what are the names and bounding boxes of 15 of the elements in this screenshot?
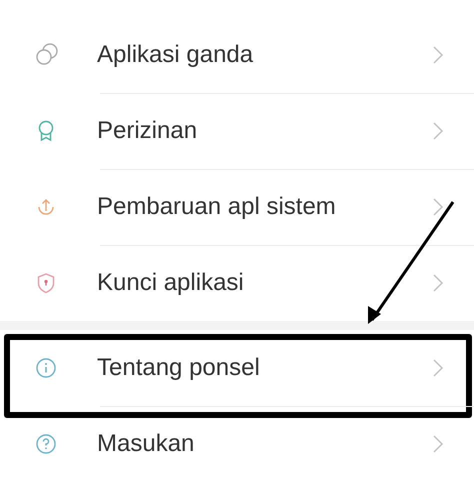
chevron-icon [432,358,444,378]
chevron-icon [432,45,444,65]
double-circle-icon [34,43,58,67]
info-icon [34,356,58,380]
menu-item-label[interactable]: Masukan [97,426,432,462]
chevron-icon [432,434,444,454]
chevron-icon [432,121,444,141]
menu-item-label[interactable]: Tentang ponsel [97,350,432,386]
menu-item-label[interactable]: Kunci aplikasi [97,265,432,301]
help-icon [34,432,58,456]
chevron-icon [432,273,444,293]
menu-item-label[interactable]: Pembaruan apl sistem [97,189,432,225]
menu-item-label[interactable]: Aplikasi ganda [97,37,432,73]
menu-item-label[interactable]: Perizinan [97,113,432,149]
chevron-icon [432,197,444,217]
